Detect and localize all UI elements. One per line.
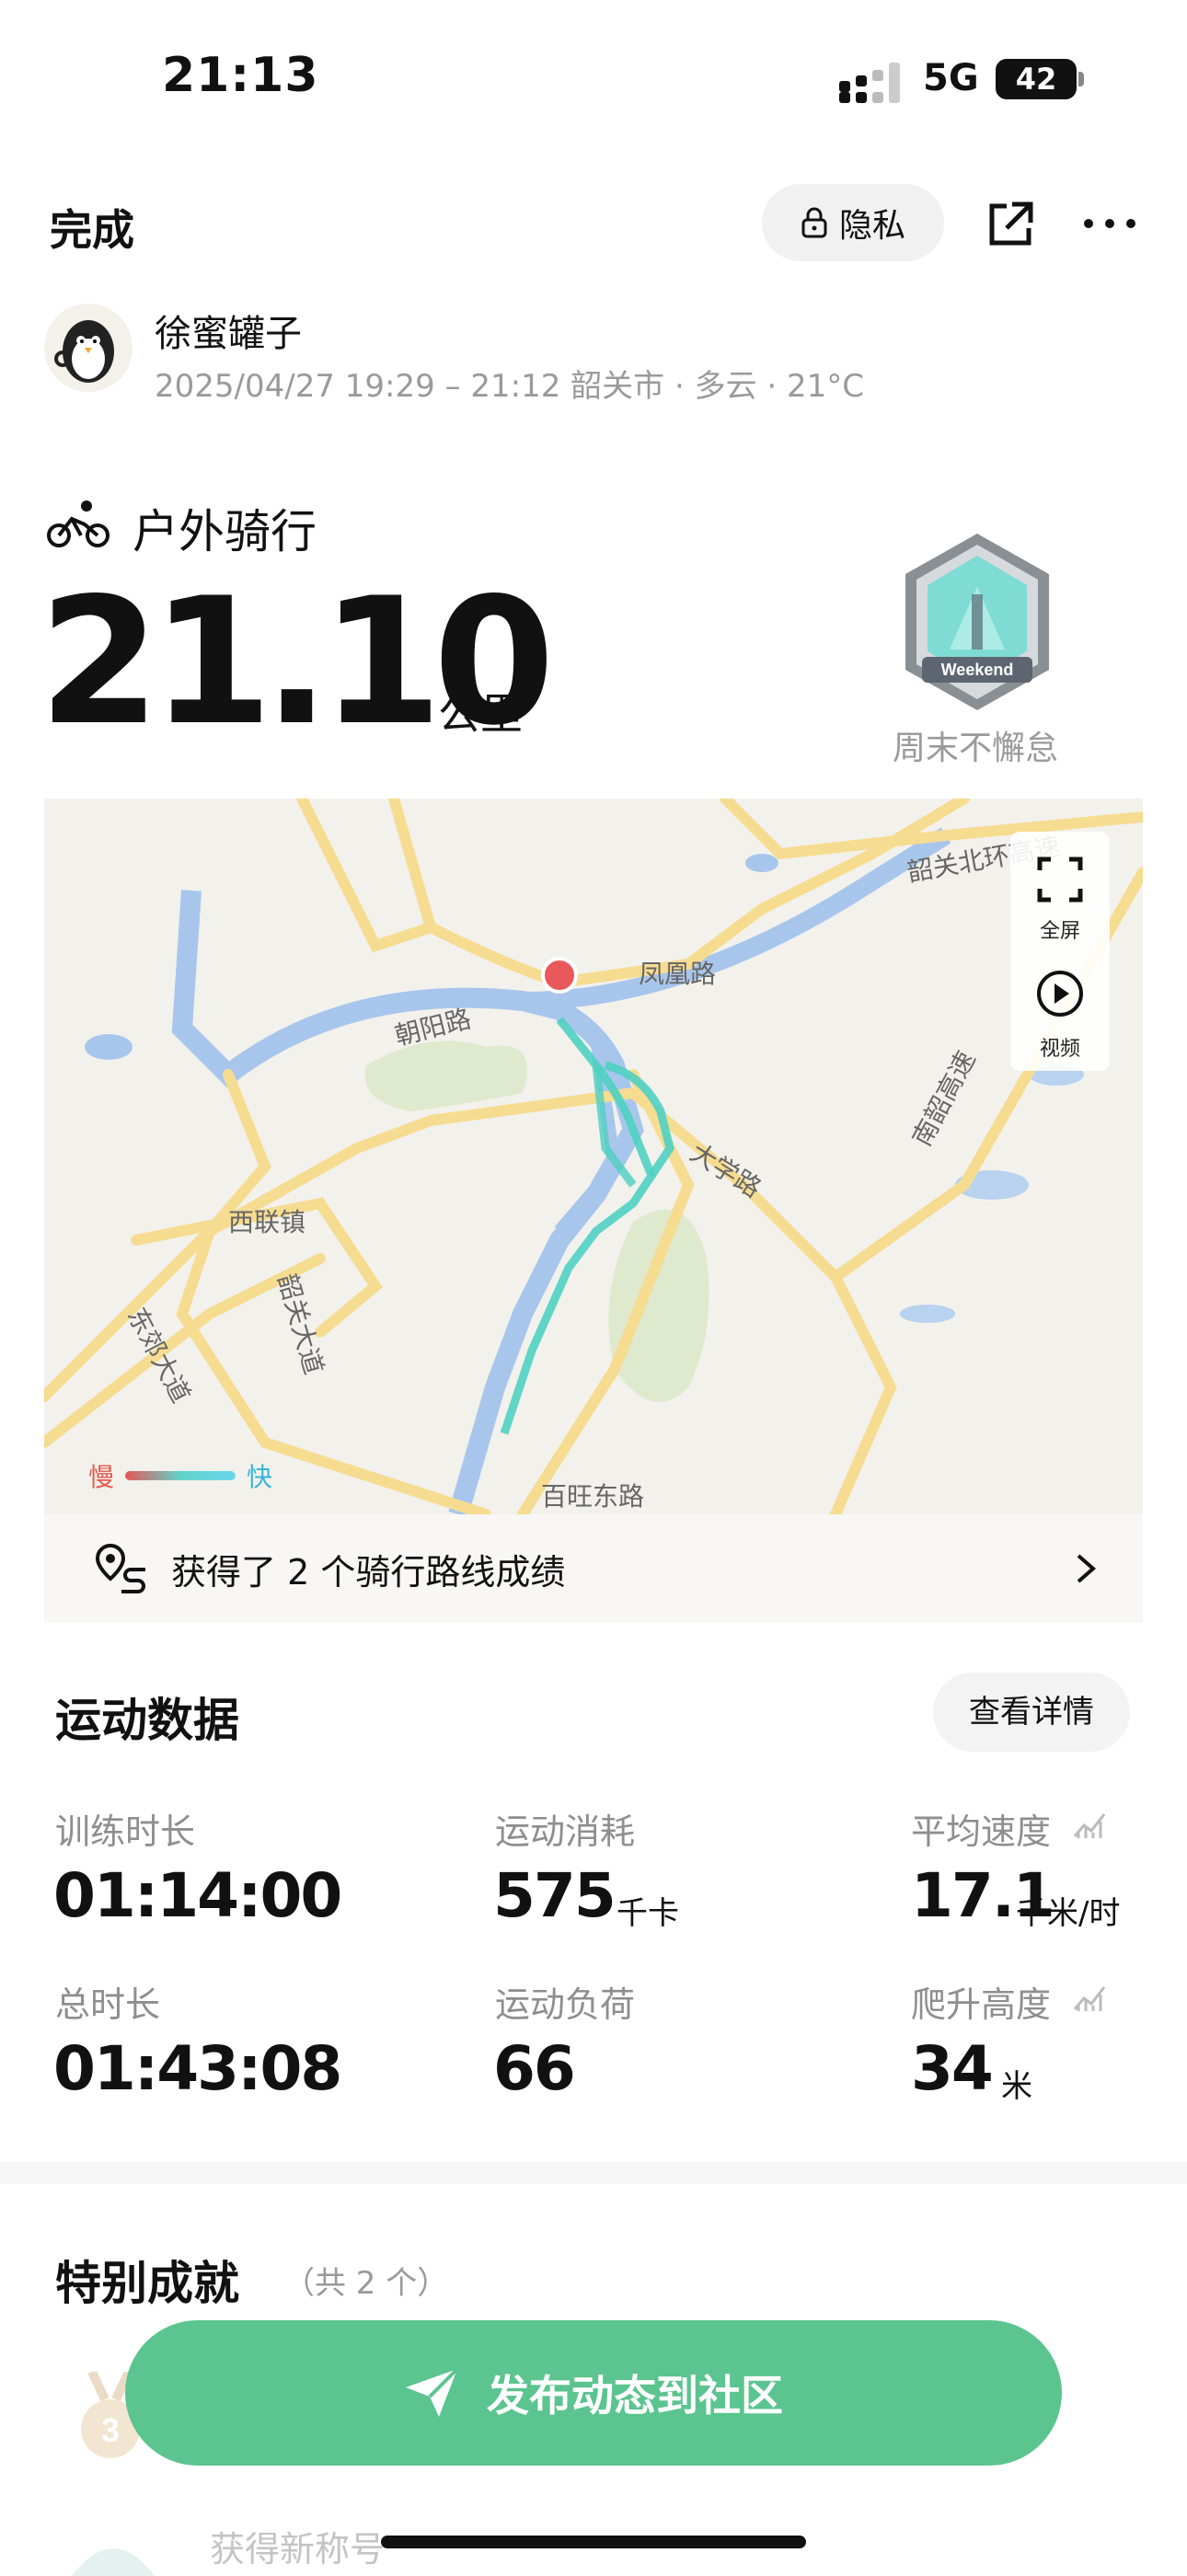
publish-to-community-button[interactable]: 发布动态到社区 [125, 2320, 1062, 2466]
stat-unit-calories: 千卡 [617, 1895, 679, 1932]
map-label-fenghuang-road: 凤凰路 [639, 960, 716, 988]
speed-fast-label: 快 [247, 1462, 273, 1492]
privacy-button[interactable]: 隐私 [762, 184, 944, 261]
stat-label-calories: 运动消耗 [495, 1811, 636, 1852]
username[interactable]: 徐蜜罐子 [155, 304, 302, 357]
map-label-shaoguan-avenue: 韶关大道 [272, 1271, 328, 1377]
speed-legend: 慢 快 [88, 1457, 272, 1494]
status-time: 21:13 [162, 48, 319, 103]
signal-icon [839, 63, 905, 103]
done-button[interactable]: 完成 [50, 197, 134, 258]
stat-value-calories: 575 [493, 1860, 617, 1931]
view-details-button[interactable]: 查看详情 [933, 1673, 1130, 1752]
battery-icon: 42 [996, 59, 1077, 99]
home-indicator[interactable] [381, 2536, 806, 2548]
achievement-badge-icon [72, 2548, 155, 2576]
route-achievement-text: 获得了 2 个骑行路线成绩 [171, 1551, 566, 1593]
battery-nub [1078, 72, 1084, 86]
speed-gradient-bar [125, 1471, 236, 1480]
stat-label-training-load: 运动负荷 [495, 1984, 636, 2025]
stat-label-training-time: 训练时长 [55, 1811, 196, 1852]
route-map[interactable]: 凤凰路 朝阳路 韶关北环高速 大学路 西联镇 东郊大道 韶关大道 百旺东路 南韶… [44, 799, 1143, 1514]
play-video-icon[interactable] [1036, 970, 1084, 1018]
privacy-label: 隐私 [838, 207, 905, 245]
route-achievement-bar[interactable]: 获得了 2 个骑行路线成绩 [44, 1514, 1143, 1623]
speed-slow-label: 慢 [88, 1462, 115, 1492]
stat-value-elevation: 34 [911, 2033, 994, 2104]
start-marker-icon [541, 957, 578, 994]
stat-value-training-time: 01:14:00 [53, 1860, 342, 1931]
achievement-item[interactable]: 获得新称号 [210, 2521, 385, 2571]
achievements-title: 特别成就 [55, 2257, 239, 2310]
stat-unit-avg-speed: 千米/时 [1016, 1895, 1121, 1932]
stat-label-total-time: 总时长 [55, 1984, 161, 2025]
achievements-count: （共 2 个） [283, 2265, 449, 2302]
stat-label-elevation: 爬升高度 [911, 1984, 1052, 2025]
weekend-badge-icon[interactable]: Weekend [894, 530, 1060, 714]
fullscreen-label[interactable]: 全屏 [1010, 914, 1110, 944]
stat-value-total-time: 01:43:08 [53, 2033, 342, 2104]
map-canvas: 凤凰路 朝阳路 韶关北环高速 大学路 西联镇 东郊大道 韶关大道 百旺东路 南韶… [44, 799, 1143, 1514]
trend-chart-icon[interactable] [1073, 1982, 1110, 2013]
medal-number: 3 [101, 2411, 120, 2449]
chevron-right-icon [1077, 1554, 1097, 1583]
publish-label: 发布动态到社区 [487, 2371, 783, 2421]
route-pin-icon [95, 1543, 145, 1593]
stats-title: 运动数据 [55, 1694, 239, 1747]
stat-value-training-load: 66 [493, 2033, 576, 2104]
badge-label: 周末不懈怠 [893, 730, 1059, 767]
stat-label-avg-speed: 平均速度 [911, 1811, 1052, 1852]
send-icon [406, 2367, 459, 2417]
more-options-icon[interactable] [1082, 213, 1137, 232]
penguin-avatar-icon [54, 320, 114, 383]
map-label-baiwang-road: 百旺东路 [541, 1482, 644, 1511]
video-label[interactable]: 视频 [1010, 1032, 1110, 1062]
bicycle-icon [47, 500, 109, 547]
map-label-university-road: 大学路 [686, 1138, 766, 1203]
network-label: 5G [923, 57, 979, 99]
trend-chart-icon[interactable] [1073, 1809, 1110, 1840]
avatar[interactable] [44, 304, 133, 392]
lock-icon [801, 207, 827, 238]
section-divider [0, 2162, 1187, 2184]
map-label-nanshao-highway: 南韶高速 [907, 1046, 981, 1150]
badge-text: Weekend [941, 661, 1014, 679]
activity-meta: 2025/04/27 19:29 – 21:12 韶关市 · 多云 · 21°C [155, 368, 865, 405]
activity-type: 户外骑行 [133, 505, 317, 558]
map-label-xilian-town: 西联镇 [228, 1208, 305, 1236]
map-controls: 全屏 视频 [1010, 832, 1110, 1071]
distance-unit: 公里 [438, 689, 523, 739]
stat-unit-elevation: 米 [1001, 2068, 1032, 2105]
share-icon[interactable] [985, 199, 1036, 250]
fullscreen-icon[interactable] [1036, 856, 1084, 903]
